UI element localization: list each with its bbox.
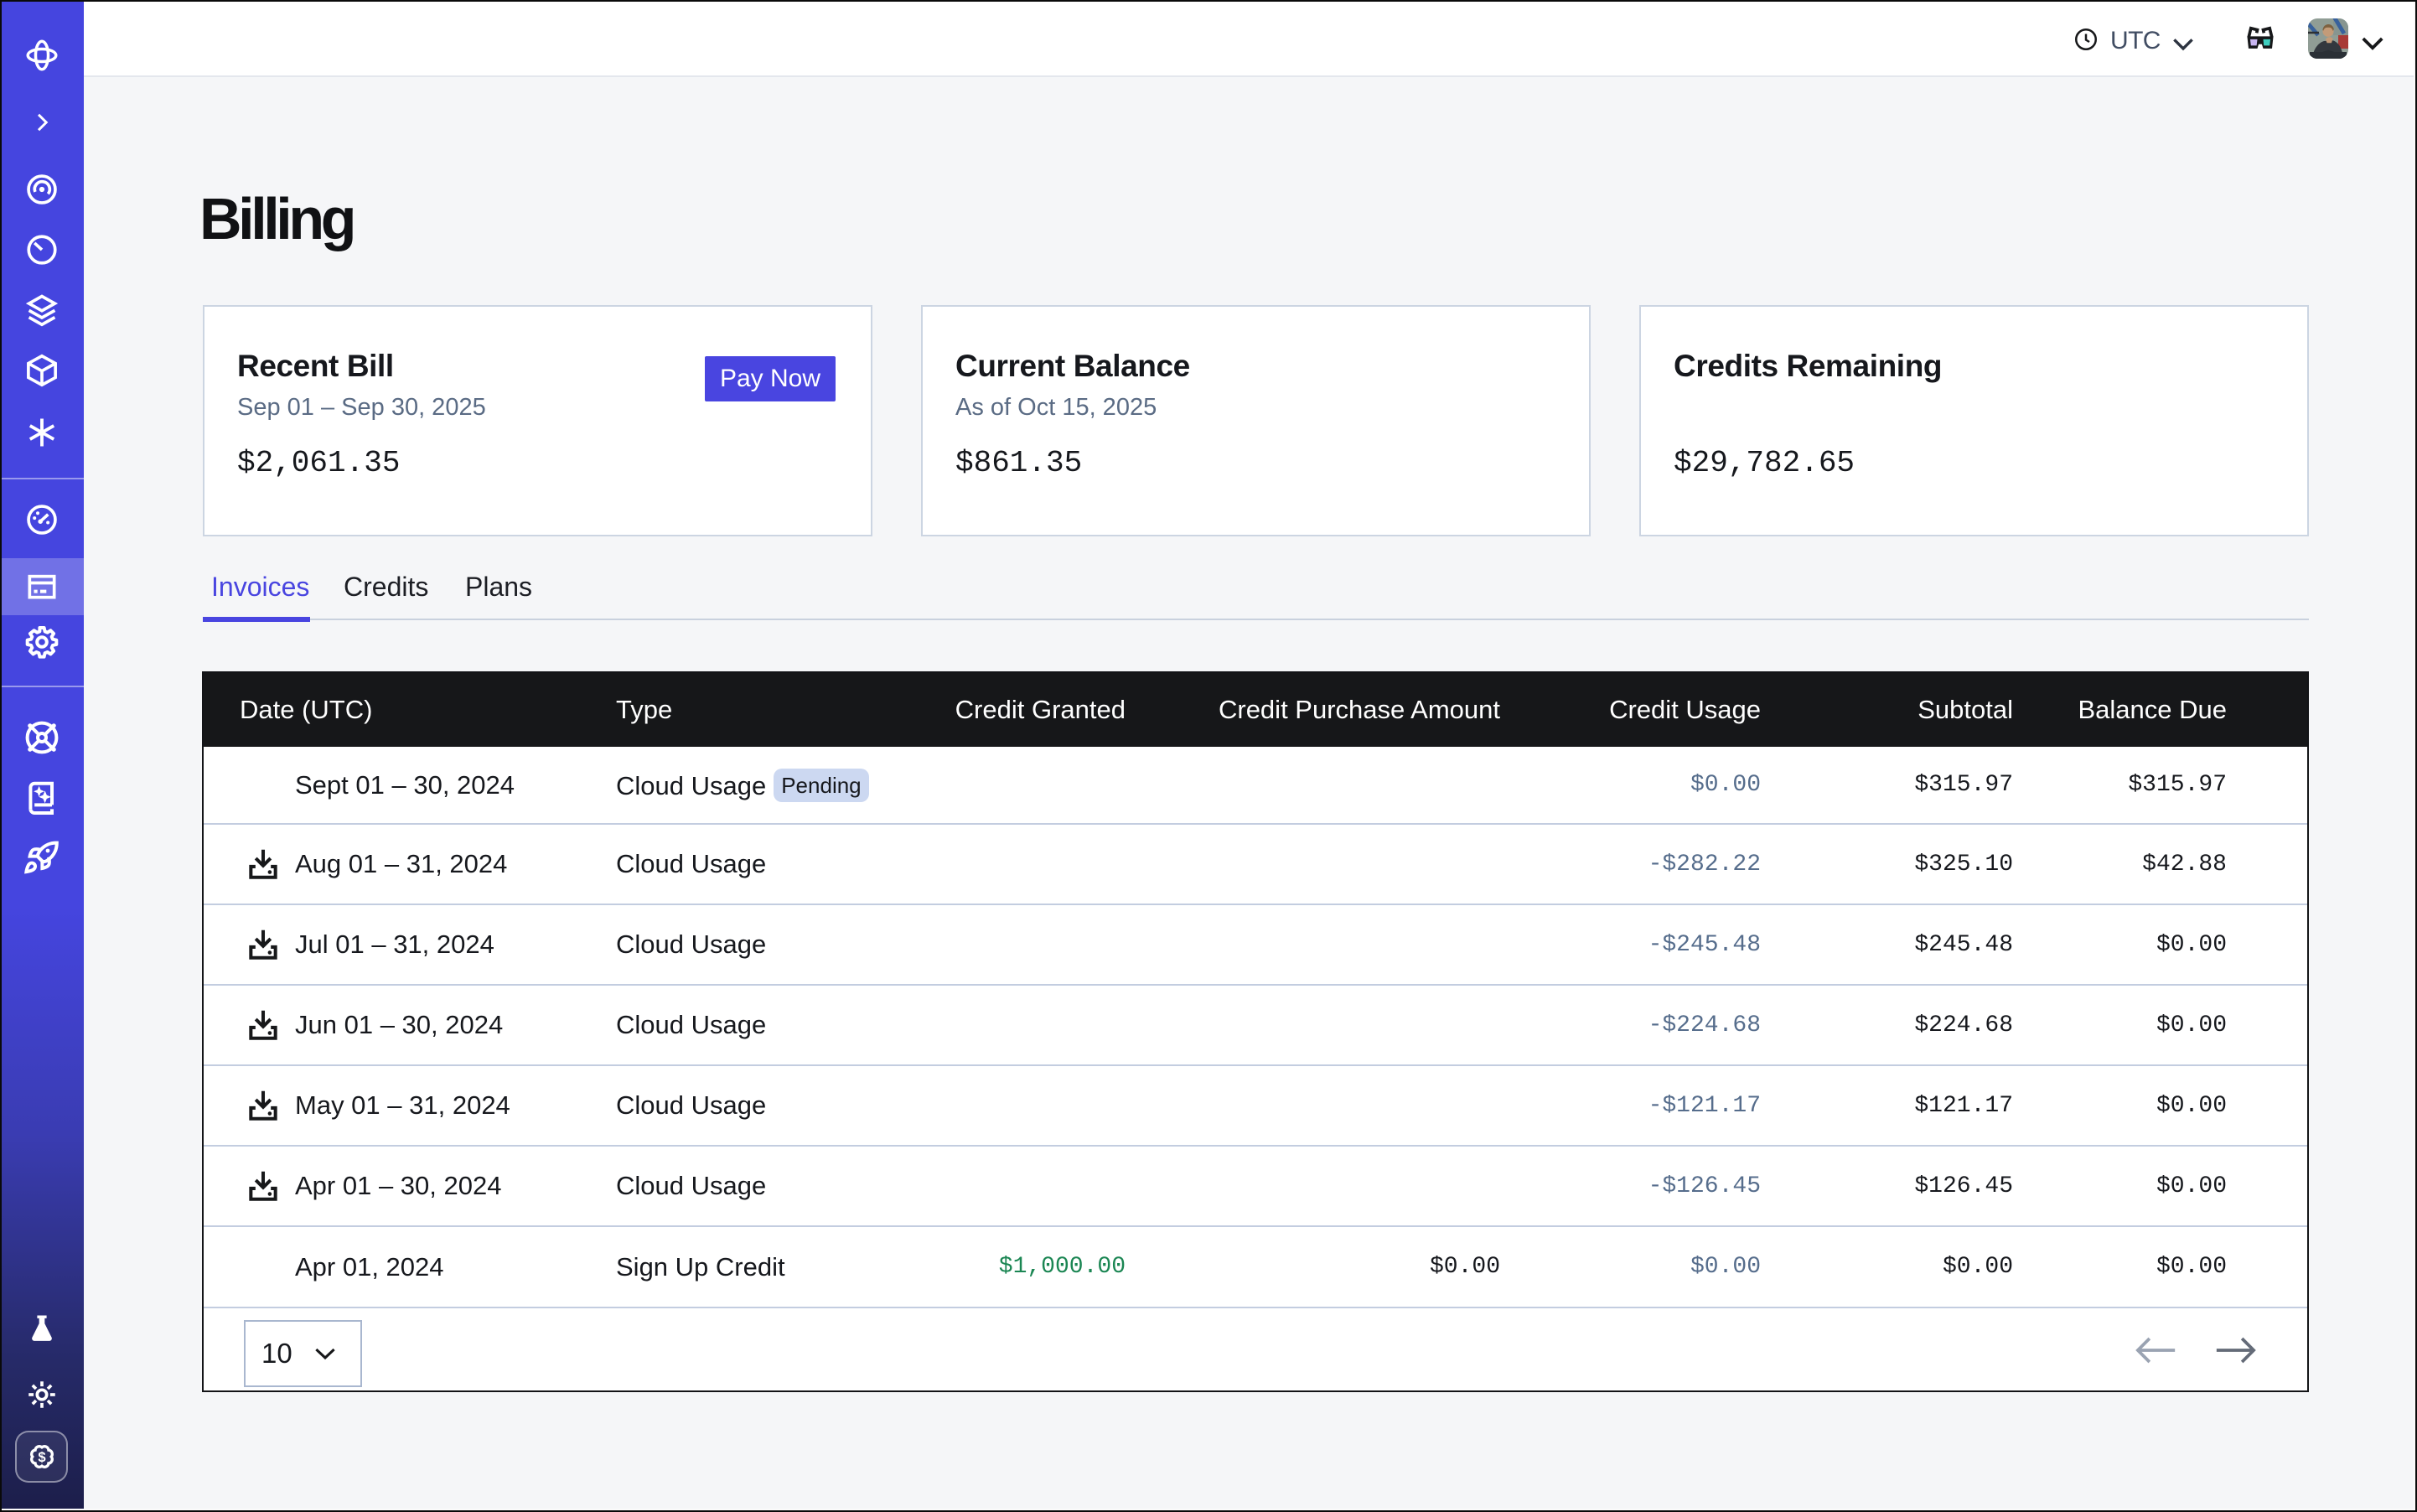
svg-text:$: $	[38, 1449, 45, 1465]
